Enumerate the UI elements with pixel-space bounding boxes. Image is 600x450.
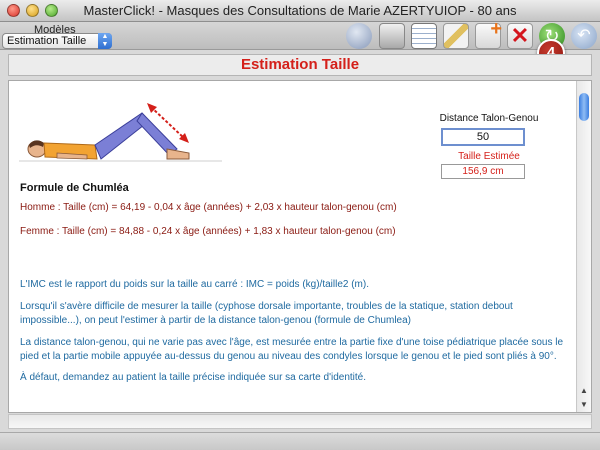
vertical-scrollbar[interactable]: ▲ ▼	[576, 81, 591, 412]
formula-femme: Femme : Taille (cm) = 84,88 - 0,24 x âge…	[20, 226, 396, 237]
scroll-down-icon[interactable]: ▼	[577, 398, 591, 412]
taille-estimee-label: Taille Estimée	[458, 151, 520, 162]
paragraph-imc: L'IMC est le rapport du poids sur la tai…	[20, 279, 369, 290]
window-titlebar: MasterClick! - Masques des Consultations…	[0, 0, 600, 22]
paragraph-defaut: À défaut, demandez au patient la taille …	[20, 372, 367, 383]
formula-heading: Formule de Chumléa	[20, 182, 129, 194]
page-heading-bar: Estimation Taille	[8, 54, 592, 76]
zoom-window-button[interactable]	[45, 4, 58, 17]
modeles-selected-value: Estimation Taille	[7, 35, 87, 47]
chevron-updown-icon: ▲ ▼	[98, 33, 112, 49]
delete-icon[interactable]: ✕	[507, 23, 533, 49]
window-title: MasterClick! - Masques des Consultations…	[83, 3, 517, 18]
distance-talon-genou-input[interactable]: 50	[441, 128, 525, 146]
window-bottom-bar	[0, 432, 600, 450]
window-controls	[7, 4, 58, 17]
knee-measurement-illustration	[19, 103, 222, 162]
globe-icon[interactable]	[346, 23, 372, 49]
modeles-select[interactable]: Estimation Taille ▲ ▼	[2, 33, 112, 49]
horizontal-scrollbar[interactable]	[8, 414, 592, 429]
table-icon[interactable]	[411, 23, 437, 49]
formula-homme: Homme : Taille (cm) = 64,19 - 0,04 x âge…	[20, 202, 397, 213]
page-title: Estimation Taille	[240, 56, 360, 73]
scroll-up-icon[interactable]: ▲	[577, 384, 591, 398]
paragraph-mesure: La distance talon-genou, qui ne varie pa…	[20, 337, 564, 362]
back-icon[interactable]: ↶	[571, 23, 597, 49]
distance-talon-genou-label: Distance Talon-Genou	[439, 113, 539, 124]
close-window-button[interactable]	[7, 4, 20, 17]
scroll-thumb[interactable]	[579, 93, 589, 121]
pencil-icon[interactable]	[443, 23, 469, 49]
taille-estimee-value: 156,9 cm	[441, 164, 525, 179]
minimize-window-button[interactable]	[26, 4, 39, 17]
content-panel: Distance Talon-Genou 50 Taille Estimée 1…	[8, 80, 592, 413]
paragraph-difficile: Lorsqu'il s'avère difficile de mesurer l…	[20, 301, 513, 326]
add-document-icon[interactable]	[475, 18, 502, 49]
printer-icon[interactable]	[379, 23, 405, 49]
